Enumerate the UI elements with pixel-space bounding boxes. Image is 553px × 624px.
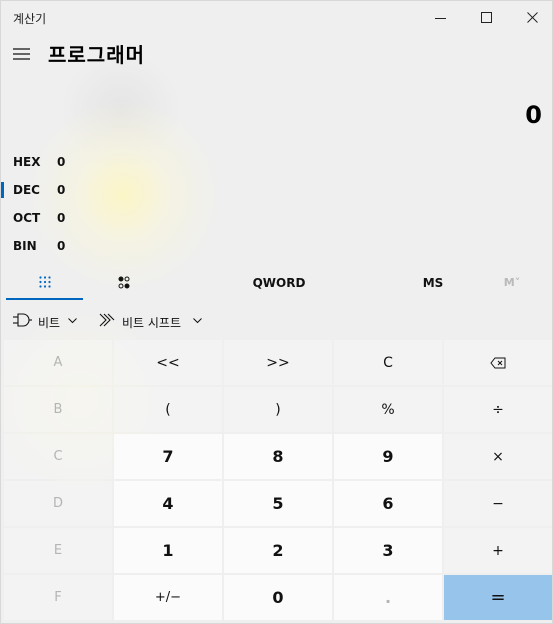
keypad-grid-icon xyxy=(39,276,51,288)
full-keypad-tab[interactable] xyxy=(6,266,83,300)
bitshift-dropdown[interactable]: 비트 시프트 xyxy=(95,307,215,335)
radix-label: BIN xyxy=(13,239,37,253)
key-7[interactable]: 7 xyxy=(114,434,222,479)
key-e[interactable]: E xyxy=(4,528,112,573)
key-3[interactable]: 3 xyxy=(334,528,442,573)
key-right-paren[interactable]: ) xyxy=(224,387,332,432)
navigation-menu-button[interactable] xyxy=(7,39,37,69)
memory-store-button[interactable]: MS xyxy=(415,266,451,300)
key-right-shift[interactable]: >> xyxy=(224,340,332,385)
key-4[interactable]: 4 xyxy=(114,481,222,526)
selected-indicator xyxy=(1,182,4,198)
radix-label: OCT xyxy=(13,211,41,225)
radix-row-hex[interactable]: HEX 0 xyxy=(1,150,201,174)
key-5[interactable]: 5 xyxy=(224,481,332,526)
key-left-paren[interactable]: ( xyxy=(114,387,222,432)
key-percent[interactable]: % xyxy=(334,387,442,432)
maximize-button[interactable] xyxy=(464,1,510,35)
key-backspace[interactable] xyxy=(444,340,552,385)
bit-toggle-tab[interactable] xyxy=(109,266,139,300)
radix-row-oct[interactable]: OCT 0 xyxy=(1,206,201,230)
key-9[interactable]: 9 xyxy=(334,434,442,479)
bit-shift-icon xyxy=(99,313,115,327)
key-minus[interactable]: − xyxy=(444,481,552,526)
key-f[interactable]: F xyxy=(4,575,112,620)
key-equals[interactable]: = xyxy=(444,575,552,620)
key-c-hex[interactable]: C xyxy=(4,434,112,479)
minimize-icon xyxy=(435,18,446,19)
key-d[interactable]: D xyxy=(4,481,112,526)
close-icon xyxy=(527,12,538,23)
bitwise-dropdown[interactable]: 비트 xyxy=(9,307,85,335)
key-8[interactable]: 8 xyxy=(224,434,332,479)
logic-gate-icon xyxy=(13,313,32,327)
key-multiply[interactable]: × xyxy=(444,434,552,479)
calculator-window: 계산기 프로그래머 0 HEX 0 DEC 0 OCT 0 BIN 0 QWOR… xyxy=(0,0,553,624)
bit-toggle-icon xyxy=(118,276,130,289)
bitshift-label: 비트 시프트 xyxy=(122,316,182,330)
radix-label: HEX xyxy=(13,155,41,169)
backspace-icon xyxy=(490,357,506,368)
minimize-button[interactable] xyxy=(418,1,464,35)
result-display: 0 xyxy=(525,101,542,129)
radix-value: 0 xyxy=(57,155,66,169)
key-2[interactable]: 2 xyxy=(224,528,332,573)
page-title: 프로그래머 xyxy=(48,43,145,67)
bitwise-label: 비트 xyxy=(38,316,61,330)
key-left-shift[interactable]: << xyxy=(114,340,222,385)
key-1[interactable]: 1 xyxy=(114,528,222,573)
radix-row-dec[interactable]: DEC 0 xyxy=(1,178,201,202)
key-6[interactable]: 6 xyxy=(334,481,442,526)
key-b[interactable]: B xyxy=(4,387,112,432)
key-a[interactable]: A xyxy=(4,340,112,385)
title-bar: 계산기 xyxy=(1,1,552,35)
radix-row-bin[interactable]: BIN 0 xyxy=(1,234,201,258)
key-0[interactable]: 0 xyxy=(224,575,332,620)
window-title: 계산기 xyxy=(13,12,47,26)
hamburger-icon xyxy=(13,48,30,60)
radix-value: 0 xyxy=(57,239,66,253)
key-plus[interactable]: + xyxy=(444,528,552,573)
keypad: A << >> C B ( ) % ÷ C 7 8 9 × D 4 5 6 − … xyxy=(4,340,552,622)
word-size-button[interactable]: QWORD xyxy=(244,266,314,300)
key-negate[interactable]: +/− xyxy=(114,575,222,620)
key-clear[interactable]: C xyxy=(334,340,442,385)
chevron-down-icon xyxy=(68,318,77,324)
radix-label: DEC xyxy=(13,183,40,197)
key-divide[interactable]: ÷ xyxy=(444,387,552,432)
maximize-icon xyxy=(481,12,492,23)
chevron-down-icon xyxy=(193,318,202,324)
radix-value: 0 xyxy=(57,183,66,197)
tab-selected-underline xyxy=(6,298,83,300)
key-decimal[interactable]: . xyxy=(334,575,442,620)
close-button[interactable] xyxy=(510,1,553,35)
radix-value: 0 xyxy=(57,211,66,225)
memory-list-button[interactable]: M˅ xyxy=(497,266,527,300)
